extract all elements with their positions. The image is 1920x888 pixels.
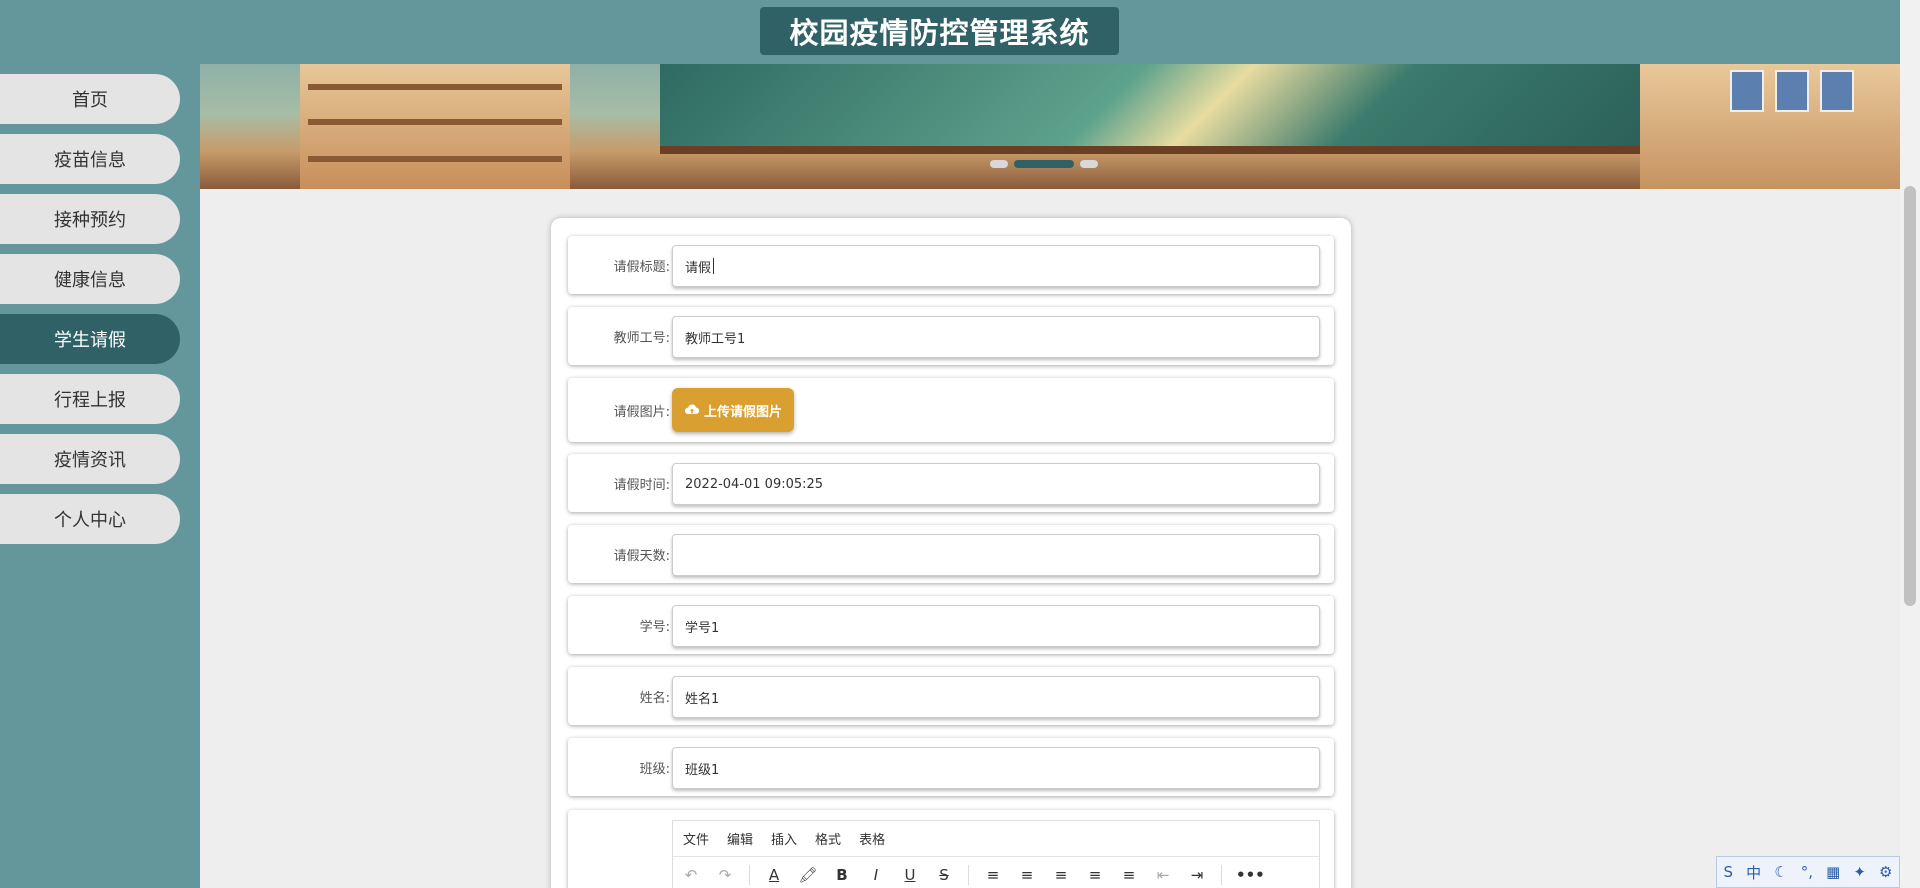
- form-row-class: 班级: 班级1: [568, 738, 1334, 796]
- sidebar: 首页 疫苗信息 接种预约 健康信息 学生请假 行程上报 疫情资讯 个人中心: [0, 64, 200, 888]
- toolbar-divider: [1221, 865, 1222, 885]
- leave-form: 请假标题: 请假 教师工号: 教师工号1 请假图片: 上传请假图片 请假时间: …: [551, 218, 1351, 888]
- leave-time-input[interactable]: 2022-04-01 09:05:25: [672, 463, 1320, 505]
- editor-menubar: 文件 编辑 插入 格式 表格: [673, 821, 1319, 857]
- underline-icon[interactable]: U: [900, 866, 920, 884]
- sidebar-item-home[interactable]: 首页: [0, 74, 180, 124]
- form-row-name: 姓名: 姓名1: [568, 667, 1334, 725]
- strikethrough-icon[interactable]: S: [934, 866, 954, 884]
- form-row-teacher-id: 教师工号: 教师工号1: [568, 307, 1334, 365]
- line-height-icon[interactable]: ≡: [983, 866, 1003, 884]
- more-options-icon[interactable]: •••: [1236, 866, 1265, 884]
- scrollbar-thumb[interactable]: [1904, 186, 1916, 606]
- student-id-value: 学号1: [685, 620, 720, 636]
- name-input[interactable]: 姓名1: [672, 676, 1320, 718]
- italic-icon[interactable]: I: [866, 866, 886, 884]
- teacher-id-input[interactable]: 教师工号1: [672, 316, 1320, 358]
- form-row-leave-image: 请假图片: 上传请假图片: [568, 378, 1334, 442]
- class-value: 班级1: [685, 762, 720, 778]
- menu-insert[interactable]: 插入: [771, 829, 797, 848]
- student-id-input[interactable]: 学号1: [672, 605, 1320, 647]
- leave-days-input[interactable]: [672, 534, 1320, 576]
- carousel-dot-active[interactable]: [1014, 160, 1074, 168]
- leave-time-value: 2022-04-01 09:05:25: [685, 476, 824, 492]
- sidebar-item-student-leave[interactable]: 学生请假: [0, 314, 180, 364]
- sidebar-item-personal-center[interactable]: 个人中心: [0, 494, 180, 544]
- teacher-id-value: 教师工号1: [685, 331, 746, 347]
- top-header: 校园疫情防控管理系统: [0, 0, 1900, 64]
- settings-icon[interactable]: ⚙: [1879, 863, 1892, 881]
- class-input[interactable]: 班级1: [672, 747, 1320, 789]
- bookshelf-illustration: [300, 64, 570, 189]
- menu-edit[interactable]: 编辑: [727, 829, 753, 848]
- toolbar-divider: [749, 865, 750, 885]
- wall-illustration: [1640, 64, 1900, 189]
- align-left-icon[interactable]: ≡: [1017, 866, 1037, 884]
- teacher-id-label: 教师工号:: [613, 330, 670, 346]
- blackboard-illustration: [660, 64, 1660, 154]
- rich-text-editor[interactable]: 文件 编辑 插入 格式 表格 ↶ ↷ A 🖍 B I U S ≡ ≡ ≡ ≡ ≡…: [672, 820, 1320, 888]
- text-cursor: [713, 258, 715, 274]
- sidebar-item-health-info[interactable]: 健康信息: [0, 254, 180, 304]
- name-value: 姓名1: [685, 691, 720, 707]
- form-row-leave-days: 请假天数:: [568, 525, 1334, 583]
- leave-image-label: 请假图片:: [613, 404, 670, 420]
- highlight-color-icon[interactable]: 🖍: [798, 866, 818, 884]
- outdent-icon[interactable]: ⇤: [1153, 866, 1173, 884]
- leave-title-value: 请假: [685, 260, 712, 276]
- carousel-dot[interactable]: [1080, 160, 1098, 168]
- redo-icon[interactable]: ↷: [715, 866, 735, 884]
- sogou-logo-icon[interactable]: S: [1724, 863, 1734, 881]
- bold-icon[interactable]: B: [832, 866, 852, 884]
- skin-icon[interactable]: ✦: [1853, 863, 1866, 881]
- leave-title-input[interactable]: 请假: [672, 245, 1320, 287]
- punctuation-icon[interactable]: °,: [1801, 863, 1813, 881]
- sidebar-item-vaccination-booking[interactable]: 接种预约: [0, 194, 180, 244]
- carousel-indicators: [990, 160, 1098, 168]
- form-row-leave-time: 请假时间: 2022-04-01 09:05:25: [568, 454, 1334, 512]
- cloud-upload-icon: [684, 404, 700, 414]
- page-title: 校园疫情防控管理系统: [760, 7, 1119, 55]
- leave-days-label: 请假天数:: [613, 548, 670, 564]
- banner-carousel: [200, 64, 1900, 189]
- keyboard-icon[interactable]: ▦: [1826, 863, 1840, 881]
- form-row-leave-title: 请假标题: 请假: [568, 236, 1334, 294]
- sidebar-item-epidemic-news[interactable]: 疫情资讯: [0, 434, 180, 484]
- undo-icon[interactable]: ↶: [681, 866, 701, 884]
- align-justify-icon[interactable]: ≡: [1119, 866, 1139, 884]
- align-center-icon[interactable]: ≡: [1051, 866, 1071, 884]
- form-row-student-id: 学号: 学号1: [568, 596, 1334, 654]
- moon-icon[interactable]: ☾: [1774, 863, 1787, 881]
- leave-title-label: 请假标题:: [613, 259, 670, 275]
- sidebar-item-vaccine-info[interactable]: 疫苗信息: [0, 134, 180, 184]
- ime-toolbar: S 中 ☾ °, ▦ ✦ ⚙: [1716, 856, 1900, 888]
- text-color-icon[interactable]: A: [764, 866, 784, 884]
- sidebar-item-travel-report[interactable]: 行程上报: [0, 374, 180, 424]
- leave-time-label: 请假时间:: [613, 477, 670, 493]
- align-right-icon[interactable]: ≡: [1085, 866, 1105, 884]
- upload-button-label: 上传请假图片: [703, 404, 782, 420]
- chinese-mode-icon[interactable]: 中: [1746, 862, 1761, 883]
- name-label: 姓名:: [639, 690, 670, 706]
- class-label: 班级:: [639, 761, 670, 777]
- page-scrollbar[interactable]: [1900, 0, 1920, 888]
- carousel-dot[interactable]: [990, 160, 1008, 168]
- editor-toolbar: ↶ ↷ A 🖍 B I U S ≡ ≡ ≡ ≡ ≡ ⇤ ⇥ •••: [673, 857, 1319, 888]
- menu-format[interactable]: 格式: [815, 829, 841, 848]
- upload-leave-image-button[interactable]: 上传请假图片: [672, 388, 794, 432]
- indent-icon[interactable]: ⇥: [1187, 866, 1207, 884]
- toolbar-divider: [968, 865, 969, 885]
- student-id-label: 学号:: [639, 619, 670, 635]
- menu-table[interactable]: 表格: [859, 829, 885, 848]
- menu-file[interactable]: 文件: [683, 829, 709, 848]
- form-row-leave-content: 文件 编辑 插入 格式 表格 ↶ ↷ A 🖍 B I U S ≡ ≡ ≡ ≡ ≡…: [568, 810, 1334, 888]
